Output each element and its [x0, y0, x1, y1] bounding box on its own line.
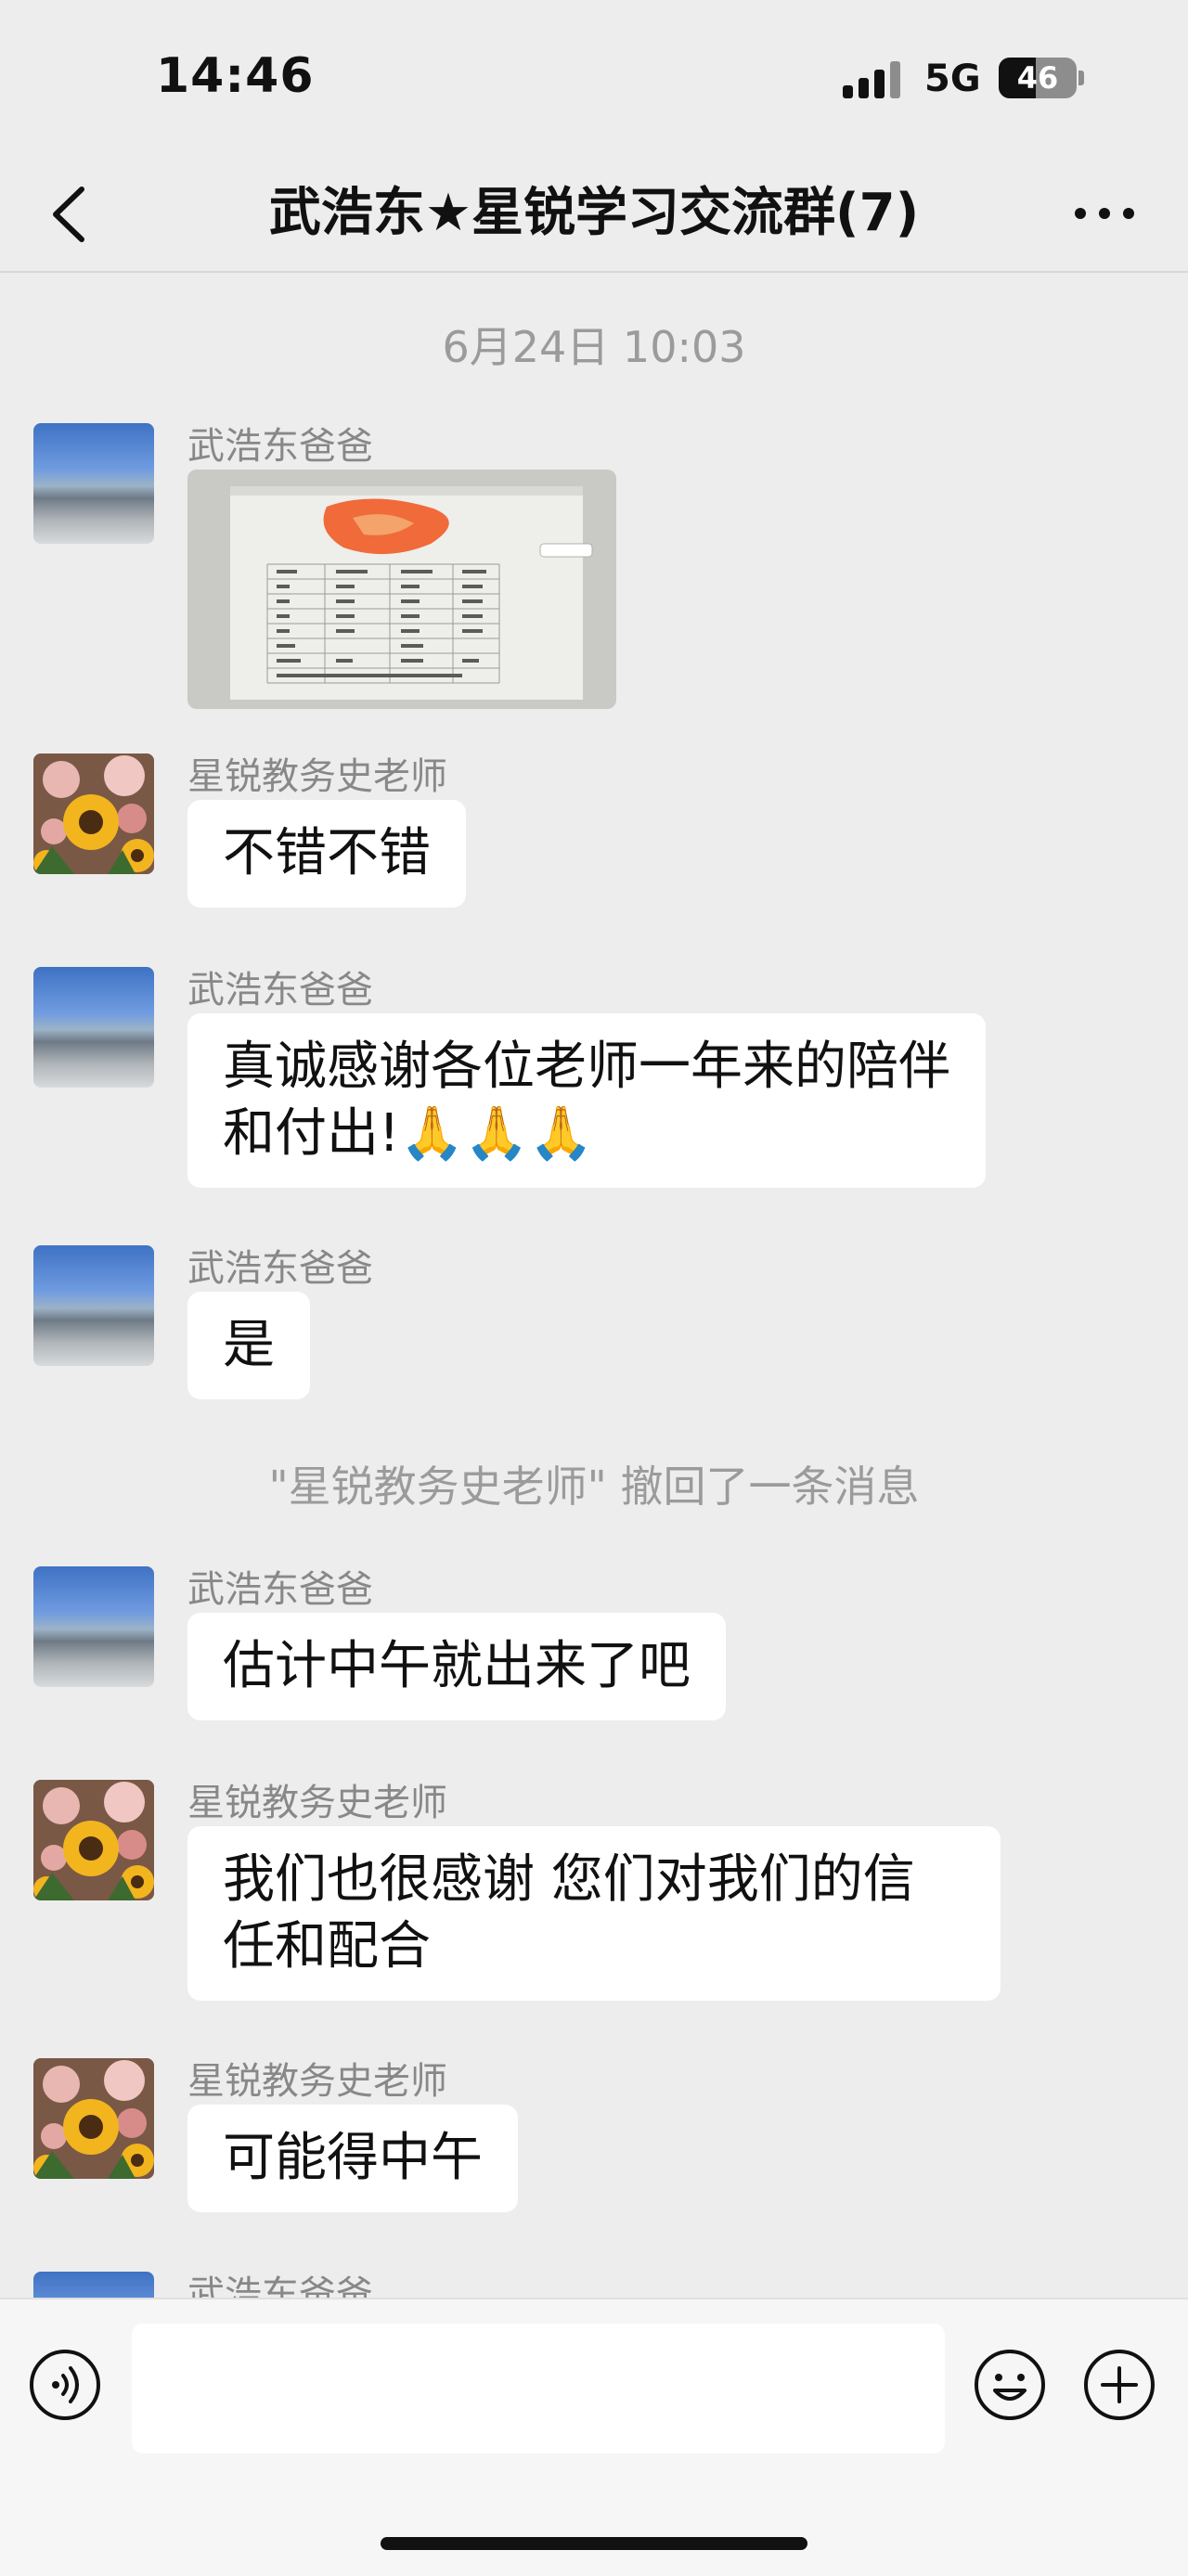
emoji-icon[interactable]	[973, 2348, 1047, 2422]
image-message[interactable]	[187, 470, 616, 709]
flowers-avatar[interactable]	[33, 2058, 154, 2179]
status-bar: 14:46 5G 46	[0, 0, 1188, 158]
voice-icon[interactable]	[28, 2348, 102, 2422]
plus-icon[interactable]	[1082, 2348, 1156, 2422]
building-avatar[interactable]	[33, 423, 154, 544]
message-input[interactable]	[132, 2324, 945, 2454]
back-arrow-icon[interactable]	[43, 182, 98, 247]
building-avatar[interactable]	[33, 1245, 154, 1366]
chat-header: 武浩东★星锐学习交流群(7)	[0, 158, 1188, 273]
flowers-avatar[interactable]	[33, 753, 154, 874]
message-bubble[interactable]: 不错不错	[187, 800, 466, 908]
building-avatar[interactable]	[33, 1566, 154, 1687]
recall-notice: "星锐教务史老师" 撤回了一条消息	[268, 1462, 920, 1512]
battery-icon: 46	[999, 58, 1077, 98]
sender-name: 武浩东爸爸	[187, 1247, 373, 1290]
message-bubble[interactable]: 估计中午就出来了吧	[187, 1613, 726, 1720]
message-bubble[interactable]: 可能得中午	[187, 2105, 518, 2212]
flowers-avatar[interactable]	[33, 1780, 154, 1900]
signal-icon	[843, 61, 902, 98]
status-time: 14:46	[156, 48, 315, 104]
message-bubble[interactable]: 我们也很感谢 您们对我们的信任和配合	[187, 1826, 1001, 2001]
message-bubble[interactable]: 是	[187, 1292, 310, 1399]
sender-name: 星锐教务史老师	[187, 1782, 447, 1824]
input-bar	[0, 2298, 1188, 2576]
battery-tip	[1078, 71, 1084, 85]
battery-level: 46	[1016, 60, 1059, 96]
sender-name: 星锐教务史老师	[187, 755, 447, 798]
message-timestamp: 6月24日 10:03	[442, 322, 746, 372]
more-options-icon[interactable]	[1067, 186, 1142, 241]
sender-name: 武浩东爸爸	[187, 969, 373, 1011]
chat-title: 武浩东★星锐学习交流群(7)	[268, 183, 920, 243]
sender-name: 星锐教务史老师	[187, 2060, 447, 2103]
building-avatar[interactable]	[33, 967, 154, 1088]
sender-name: 武浩东爸爸	[187, 1568, 373, 1611]
sender-name: 武浩东爸爸	[187, 425, 373, 468]
network-type: 5G	[924, 58, 981, 100]
home-indicator[interactable]	[381, 2537, 807, 2550]
message-bubble[interactable]: 真诚感谢各位老师一年来的陪伴和付出!🙏🙏🙏	[187, 1013, 986, 1188]
